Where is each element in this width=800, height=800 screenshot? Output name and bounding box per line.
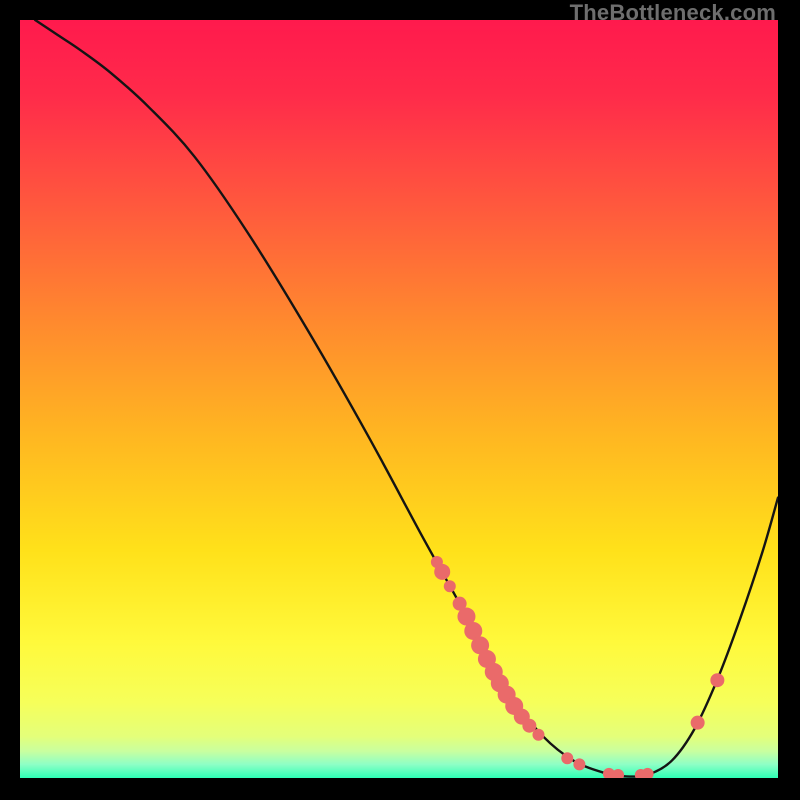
bottleneck-curve	[35, 20, 778, 777]
curve-marker	[573, 758, 585, 770]
curve-marker	[691, 716, 705, 730]
curve-marker	[642, 768, 654, 778]
curve-marker	[434, 564, 450, 580]
chart-plot	[20, 20, 778, 778]
curve-marker	[444, 580, 456, 592]
curve-marker	[710, 673, 724, 687]
curve-marker	[612, 769, 624, 778]
curve-marker	[532, 729, 544, 741]
watermark-text: TheBottleneck.com	[570, 0, 776, 26]
curve-markers	[431, 556, 724, 778]
curve-marker	[561, 752, 573, 764]
